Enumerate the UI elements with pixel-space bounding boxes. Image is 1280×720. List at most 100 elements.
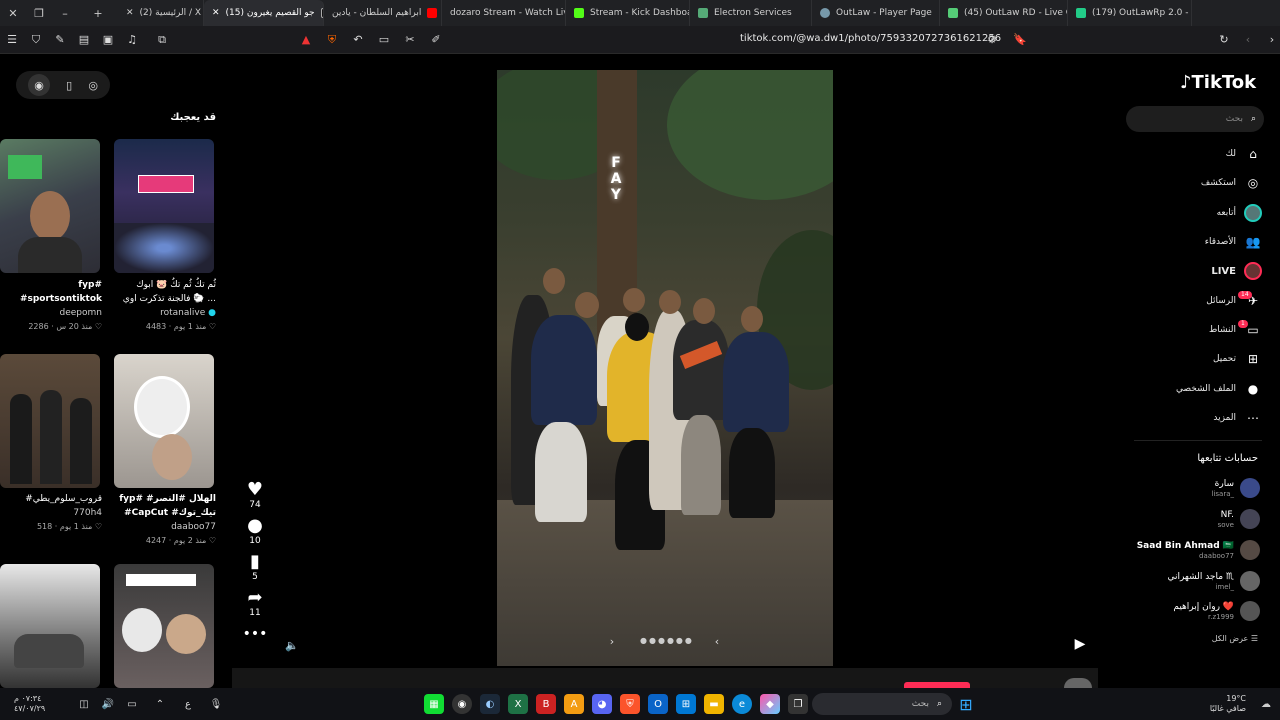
reading-list-icon[interactable]: ▤ bbox=[72, 28, 96, 52]
forward-icon[interactable]: ‹ bbox=[1236, 28, 1260, 52]
obs-icon[interactable]: ◉ bbox=[452, 694, 472, 714]
menu-icon[interactable]: ☰ bbox=[0, 28, 24, 52]
save-action[interactable]: ▮ 5 bbox=[240, 552, 270, 583]
close-tab-icon[interactable]: ✕ bbox=[126, 8, 134, 18]
new-tab-icon[interactable]: + bbox=[78, 0, 118, 26]
monitor-icon[interactable]: ▭ bbox=[122, 694, 142, 714]
nav-item-profile[interactable]: الملف الشخصي ● bbox=[1140, 378, 1262, 400]
following-account[interactable]: NF. sove bbox=[1136, 505, 1260, 533]
more-options[interactable]: ••• bbox=[240, 624, 270, 644]
prev-photo-icon[interactable]: ‹ bbox=[707, 631, 727, 651]
app-red-icon[interactable]: B bbox=[536, 694, 556, 714]
nav-item-following[interactable]: أتابعه bbox=[1140, 202, 1262, 224]
file-explorer-icon[interactable]: ▬ bbox=[704, 694, 724, 714]
edge-icon[interactable]: e bbox=[732, 694, 752, 714]
nav-item-friends[interactable]: الأصدقاء 👥 bbox=[1140, 231, 1262, 253]
close-tab-icon[interactable]: ✕ bbox=[212, 8, 220, 18]
tab[interactable]: (45) OutLaw RD - Live Control bbox=[940, 0, 1068, 26]
copilot-icon[interactable]: ◆ bbox=[760, 694, 780, 714]
tab-active[interactable]: ✕ (15) جو القصيم يغيرون bbox=[204, 0, 324, 26]
cast-icon[interactable]: ▭ bbox=[372, 28, 396, 52]
following-account[interactable]: سارة lisara_ bbox=[1136, 474, 1260, 502]
nav-item-live[interactable]: LIVE bbox=[1140, 260, 1262, 282]
tab[interactable]: Stream - Kick Dashboard bbox=[566, 0, 690, 26]
windows-start-icon[interactable]: ⊞ bbox=[956, 694, 976, 714]
extension-alert-icon[interactable]: ▲ bbox=[294, 28, 318, 52]
reco-username-row[interactable]: rotanalive ● bbox=[114, 306, 216, 320]
tab[interactable]: Electron Services bbox=[690, 0, 812, 26]
volume-tray-icon[interactable]: 🔊 bbox=[98, 694, 118, 714]
post-photo[interactable]: FAY bbox=[497, 70, 833, 666]
app-icon[interactable]: ▦ bbox=[424, 694, 444, 714]
compass-small-icon[interactable]: ◎ bbox=[88, 79, 98, 92]
microphone-icon[interactable]: 🎙 bbox=[206, 694, 226, 714]
back-arrow-icon[interactable]: ↶ bbox=[346, 28, 370, 52]
photo-pagination-dots[interactable]: ●●●●●● bbox=[640, 636, 694, 645]
app-orange-icon[interactable]: A bbox=[564, 694, 584, 714]
network-icon[interactable]: ◫ bbox=[74, 694, 94, 714]
outlook-icon[interactable]: O bbox=[648, 694, 668, 714]
brave-shield-icon[interactable]: ⛨ bbox=[320, 28, 344, 52]
clock[interactable]: ٠٧:٣٤ م ٤٧/٠٧/٢٩ bbox=[0, 694, 70, 714]
pen-icon[interactable]: ✎ bbox=[48, 28, 72, 52]
taskbar-search[interactable]: بحث ⌕ bbox=[812, 693, 952, 715]
minimize-window-icon[interactable]: – bbox=[52, 0, 78, 26]
nav-item-for-you[interactable]: لك ⌂ bbox=[1140, 143, 1262, 165]
bookmark-icon[interactable]: 🔖 bbox=[1008, 28, 1032, 52]
excel-icon[interactable]: X bbox=[508, 694, 528, 714]
heart-outline-icon: ♡ bbox=[208, 536, 216, 545]
steam-icon[interactable]: ◐ bbox=[480, 694, 500, 714]
tab[interactable]: (179) OutLawRp 2.0 - Live bbox=[1068, 0, 1192, 26]
discord-icon[interactable]: ◕ bbox=[592, 694, 612, 714]
tiktok-logo[interactable]: ♪TikTok bbox=[1180, 72, 1256, 93]
tab[interactable]: OutLaw - Player Page bbox=[812, 0, 940, 26]
tray-expand-icon[interactable]: ⌃ bbox=[150, 694, 170, 714]
author-avatar[interactable] bbox=[1064, 678, 1092, 688]
reco-card-thumbnail[interactable] bbox=[114, 564, 214, 688]
reco-card-thumbnail[interactable] bbox=[0, 139, 100, 273]
store-icon[interactable]: ⊞ bbox=[676, 694, 696, 714]
tab[interactable]: dozaro Stream - Watch Live bbox=[442, 0, 566, 26]
shield-icon[interactable]: ⛉ bbox=[24, 28, 48, 52]
reco-username[interactable]: 770h4 bbox=[0, 506, 102, 520]
task-view-icon[interactable]: ❐ bbox=[788, 694, 808, 714]
avatar-icon[interactable]: ◉ bbox=[28, 74, 51, 96]
following-account[interactable]: ماجد الشهراني ♏ imel_ bbox=[1136, 567, 1260, 595]
tab[interactable]: ابراهيم السلطان - يادين bbox=[324, 0, 442, 26]
reco-card-thumbnail[interactable] bbox=[114, 354, 214, 488]
music-icon[interactable]: ♫ bbox=[120, 28, 144, 52]
address-bar-url[interactable]: tiktok.com/@wa.dw1/photo/759332072736162… bbox=[740, 33, 1001, 44]
close-window-icon[interactable]: ✕ bbox=[0, 0, 26, 26]
restore-window-icon[interactable]: ❐ bbox=[26, 0, 52, 26]
nav-item-more[interactable]: المزيد ⋯ bbox=[1140, 407, 1262, 429]
nav-item-explore[interactable]: استكشف ◎ bbox=[1140, 172, 1262, 194]
search-input[interactable]: بحث ⌕ bbox=[1126, 106, 1264, 132]
comment-action[interactable]: ● 10 bbox=[240, 516, 270, 547]
next-photo-icon[interactable]: › bbox=[602, 631, 622, 651]
foliage bbox=[667, 70, 833, 200]
reload-icon[interactable]: ↻ bbox=[1212, 28, 1236, 52]
volume-icon[interactable]: 🔈 bbox=[282, 635, 302, 655]
reco-card-thumbnail[interactable] bbox=[0, 564, 100, 688]
brave-icon[interactable]: ⛨ bbox=[620, 694, 640, 714]
see-all-link[interactable]: عرض الكل ☰ bbox=[1180, 634, 1258, 643]
phone-icon[interactable]: ▯ bbox=[66, 79, 72, 92]
following-account[interactable]: Saad Bin Ahmad 🇸🇦 daaboo77 bbox=[1136, 536, 1260, 564]
share-action[interactable]: ➦ 11 bbox=[240, 588, 270, 619]
tab[interactable]: ✕ (2) الرئيسية / X bbox=[118, 0, 204, 26]
reco-card-thumbnail[interactable] bbox=[0, 354, 100, 488]
translate-icon[interactable]: ✂ bbox=[398, 28, 422, 52]
sidebar-icon[interactable]: ▣ bbox=[96, 28, 120, 52]
nav-item-upload[interactable]: تحميل ⊞ bbox=[1140, 348, 1262, 370]
play-icon[interactable]: ▶ bbox=[1070, 634, 1090, 654]
reco-card-thumbnail[interactable] bbox=[114, 139, 214, 273]
back-icon[interactable]: › bbox=[1260, 28, 1280, 52]
like-action[interactable]: ♥ 74 bbox=[240, 480, 270, 511]
language-indicator[interactable]: ع bbox=[178, 694, 198, 714]
tab-manager-icon[interactable]: ⧉ bbox=[150, 28, 174, 52]
following-account[interactable]: روان إبراهيم ❤️ r.z1999 bbox=[1136, 597, 1260, 625]
reco-username[interactable]: deepomn bbox=[0, 306, 102, 320]
reco-username[interactable]: daaboo77 bbox=[114, 520, 216, 534]
weather-widget[interactable]: 19°C صافي غالبًا bbox=[1210, 694, 1252, 714]
pen-tool-icon[interactable]: ✐ bbox=[424, 28, 448, 52]
